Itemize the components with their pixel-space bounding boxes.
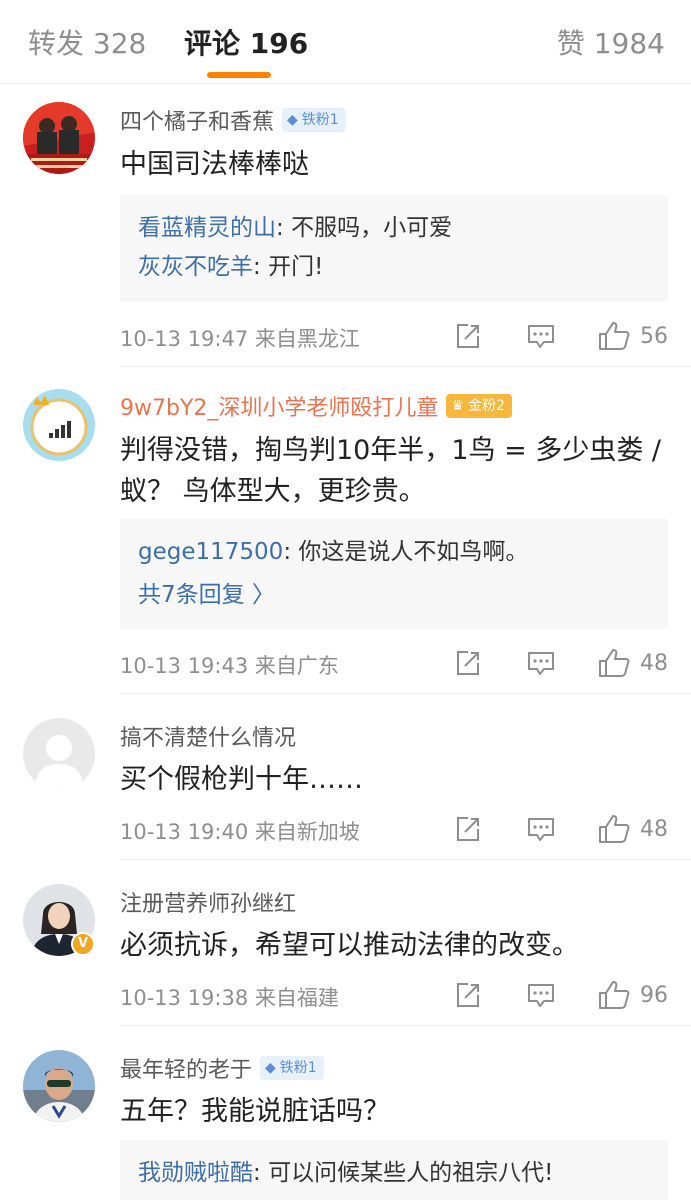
comment-item: 9w7bY2_深圳小学老师殴打儿童 ♛ 金粉2 判得没错，掏鸟判10年半，1鸟 =… (0, 367, 691, 694)
verified-badge: V (71, 932, 95, 956)
comment-item: 搞不清楚什么情况 买个假枪判十年…… 10-13 19:40 来自新加坡 48 (0, 694, 691, 860)
comment-item: 四个橘子和香蕉 ◆ 铁粉1 中国司法棒棒哒 看蓝精灵的山: 不服吗，小可爱 灰灰不… (0, 84, 691, 367)
reply-item[interactable]: 灰灰不吃羊: 开门! (138, 248, 650, 287)
reply-button[interactable] (527, 647, 555, 679)
reply-text: 你这是说人不如鸟啊。 (298, 539, 529, 565)
like-button[interactable]: 48 (598, 647, 668, 679)
reply-username[interactable]: gege117500 (138, 539, 283, 565)
comment-text: 中国司法棒棒哒 (120, 149, 309, 180)
reply-button[interactable] (527, 320, 555, 352)
comment-item: V 注册营养师孙继红 必须抗诉，希望可以推动法律的改变。 10-13 19:38… (0, 860, 691, 1026)
comment-icon (528, 325, 554, 348)
reply-username[interactable]: 看蓝精灵的山 (138, 215, 276, 241)
reply-item[interactable]: 看蓝精灵的山: 不服吗，小可爱 (138, 209, 650, 248)
comment-text: 买个假枪判十年…… (120, 764, 363, 795)
share-icon (457, 324, 479, 348)
comment-meta: 10-13 19:43 来自广东 (120, 654, 339, 678)
reply-text: 可以问候某些人的祖宗八代! (268, 1160, 554, 1186)
like-count: 48 (640, 816, 668, 842)
reply-box[interactable]: 我勋贼啦酷: 可以问候某些人的祖宗八代! (120, 1140, 668, 1200)
like-button[interactable]: 48 (598, 813, 668, 845)
comment-meta: 10-13 19:38 来自福建 (120, 986, 339, 1010)
comment-item: 最年轻的老于 ◆ 铁粉1 五年？我能说脏话吗？ 我勋贼啦酷: 可以问候某些人的祖宗… (0, 1026, 691, 1200)
avatar[interactable] (23, 718, 95, 790)
fan-badge[interactable]: ◆ 铁粉1 (282, 108, 346, 132)
reply-box[interactable]: gege117500: 你这是说人不如鸟啊。 共7条回复 〉 (120, 519, 668, 629)
reply-username[interactable]: 我勋贼啦酷 (138, 1160, 253, 1186)
comment-text: 五年？我能说脏话吗？ (120, 1096, 390, 1127)
diamond-icon: ◆ (287, 112, 298, 128)
thumbs-up-icon (599, 981, 630, 1009)
share-button[interactable] (454, 979, 482, 1011)
share-button[interactable] (454, 813, 482, 845)
share-icon (457, 983, 479, 1007)
comment-meta: 10-13 19:47 来自黑龙江 (120, 327, 360, 351)
comment-icon (528, 984, 554, 1007)
avatar[interactable] (23, 102, 95, 174)
username[interactable]: 最年轻的老于 (120, 1052, 252, 1084)
tab-likes[interactable]: 赞 1984 (557, 26, 665, 62)
username[interactable]: 搞不清楚什么情况 (120, 720, 296, 752)
fan-badge[interactable]: ◆ 铁粉1 (260, 1056, 324, 1080)
red-poster-avatar-icon (23, 102, 95, 174)
like-button[interactable]: 56 (598, 320, 668, 352)
reply-box[interactable]: 看蓝精灵的山: 不服吗，小可爱 灰灰不吃羊: 开门! (120, 195, 668, 302)
tab-repost[interactable]: 转发 328 (28, 26, 146, 62)
avatar[interactable] (23, 1050, 95, 1122)
active-tab-indicator (207, 72, 271, 78)
comment-tabs: 转发 328 评论 196 赞 1984 (0, 0, 691, 84)
default-avatar-icon (23, 718, 95, 790)
thumbs-up-icon (599, 815, 630, 843)
signal-crown-avatar-icon (23, 389, 95, 461)
reply-username[interactable]: 灰灰不吃羊 (138, 254, 253, 280)
thumbs-up-icon (599, 649, 630, 677)
username[interactable]: 9w7bY2_深圳小学老师殴打儿童 (120, 390, 438, 422)
avatar[interactable] (23, 389, 95, 461)
comment-text: 判得没错，掏鸟判10年半，1鸟 = 多少虫娄 / 蚁？ 鸟体型大，更珍贵。 (120, 435, 662, 507)
thumbs-up-icon (599, 322, 630, 350)
share-button[interactable] (454, 320, 482, 352)
comment-icon (528, 652, 554, 675)
username[interactable]: 注册营养师孙继红 (120, 886, 296, 918)
like-button[interactable]: 96 (598, 979, 668, 1011)
comment-text: 必须抗诉，希望可以推动法律的改变。 (120, 930, 579, 961)
reply-item[interactable]: gege117500: 你这是说人不如鸟啊。 (138, 533, 650, 572)
comment-icon (528, 818, 554, 841)
comment-meta: 10-13 19:40 来自新加坡 (120, 820, 360, 844)
photo-avatar-man-icon (23, 1050, 95, 1122)
reply-text: 开门! (268, 254, 324, 280)
share-icon (457, 651, 479, 675)
fan-badge[interactable]: ♛ 金粉2 (446, 394, 512, 418)
reply-button[interactable] (527, 979, 555, 1011)
like-count: 48 (640, 650, 668, 676)
reply-button[interactable] (527, 813, 555, 845)
more-replies-link[interactable]: 共7条回复 〉 (138, 576, 650, 615)
share-button[interactable] (454, 647, 482, 679)
like-count: 96 (640, 982, 668, 1008)
username[interactable]: 四个橘子和香蕉 (120, 104, 274, 136)
reply-text: 不服吗，小可爱 (291, 215, 453, 241)
tab-comments[interactable]: 评论 196 (184, 26, 308, 62)
reply-item[interactable]: 我勋贼啦酷: 可以问候某些人的祖宗八代! (138, 1154, 650, 1193)
share-icon (457, 817, 479, 841)
diamond-icon: ◆ (265, 1060, 276, 1076)
like-count: 56 (640, 323, 668, 349)
crown-icon: ♛ (451, 398, 464, 414)
